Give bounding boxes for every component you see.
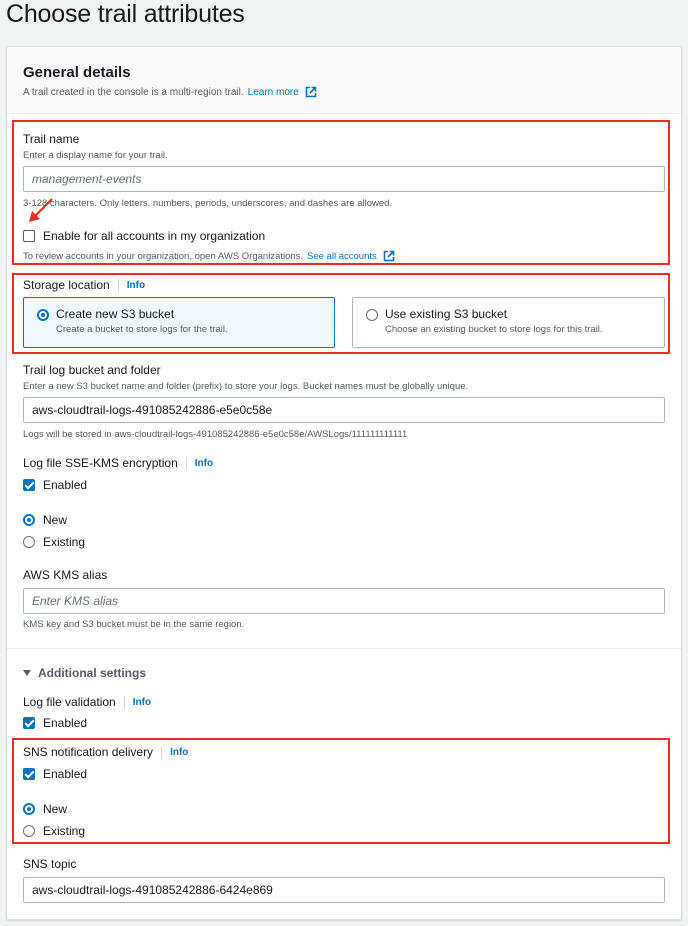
kms-alias-label: AWS KMS alias — [23, 568, 108, 582]
sns-topic-input[interactable]: aws-cloudtrail-logs-491085242886-6424e86… — [23, 877, 665, 903]
panel-header: General details A trail created in the c… — [7, 47, 681, 114]
use-existing-bucket-radio[interactable] — [366, 309, 378, 321]
caret-down-icon — [23, 670, 31, 676]
see-all-accounts-link[interactable]: See all accounts — [307, 251, 377, 262]
panel-description: A trail created in the console is a mult… — [23, 86, 317, 98]
sse-kms-label: Log file SSE-KMS encryption — [23, 456, 178, 470]
external-link-icon[interactable] — [383, 250, 395, 262]
panel-description-text: A trail created in the console is a mult… — [23, 86, 244, 98]
separator — [185, 456, 187, 470]
use-existing-bucket-description: Choose an existing bucket to store logs … — [385, 324, 603, 335]
kms-alias-input[interactable]: Enter KMS alias — [23, 588, 665, 614]
sns-enabled-checkbox[interactable] — [23, 768, 35, 780]
sse-kms-enabled-label[interactable]: Enabled — [43, 478, 87, 492]
log-validation-enabled-label[interactable]: Enabled — [43, 716, 87, 730]
create-new-bucket-title: Create new S3 bucket — [56, 307, 175, 321]
kms-alias-hint: KMS key and S3 bucket must be in the sam… — [23, 619, 245, 630]
separator — [117, 278, 119, 292]
bucket-input[interactable]: aws-cloudtrail-logs-491085242886-e5e0c58… — [23, 397, 665, 423]
organization-hint: To review accounts in your organization,… — [23, 250, 395, 262]
additional-settings-toggle[interactable]: Additional settings — [23, 666, 146, 680]
create-new-bucket-radio[interactable] — [37, 309, 49, 321]
log-validation-enabled-checkbox[interactable] — [23, 717, 35, 729]
external-link-icon[interactable] — [305, 86, 317, 98]
trail-name-label: Trail name — [23, 132, 80, 146]
separator — [161, 745, 163, 759]
storage-location-info-link[interactable]: Info — [127, 280, 145, 291]
general-details-panel: General details A trail created in the c… — [6, 46, 682, 920]
organization-checkbox[interactable] — [23, 230, 35, 242]
log-validation-info-link[interactable]: Info — [133, 697, 151, 708]
create-new-bucket-description: Create a bucket to store logs for the tr… — [56, 324, 228, 335]
bucket-label: Trail log bucket and folder — [23, 363, 161, 377]
sns-enabled-label[interactable]: Enabled — [43, 767, 87, 781]
divider — [7, 648, 681, 649]
sse-kms-existing-radio[interactable] — [23, 536, 35, 548]
bucket-description: Enter a new S3 bucket name and folder (p… — [23, 381, 469, 392]
sns-existing-radio[interactable] — [23, 825, 35, 837]
sse-kms-header: Log file SSE-KMS encryption Info — [23, 456, 213, 470]
page-title: Choose trail attributes — [6, 0, 245, 28]
separator — [123, 695, 125, 709]
sns-existing-label[interactable]: Existing — [43, 824, 85, 838]
learn-more-link[interactable]: Learn more — [248, 87, 299, 98]
trail-name-hint: 3-128 characters. Only letters, numbers,… — [23, 198, 393, 209]
additional-settings-label[interactable]: Additional settings — [38, 666, 146, 680]
sns-delivery-label: SNS notification delivery — [23, 745, 154, 759]
sns-delivery-header: SNS notification delivery Info — [23, 745, 188, 759]
sns-new-label[interactable]: New — [43, 802, 67, 816]
use-existing-bucket-title: Use existing S3 bucket — [385, 307, 508, 321]
create-new-bucket-tile[interactable]: Create new S3 bucket Create a bucket to … — [23, 297, 335, 348]
sse-kms-existing-label[interactable]: Existing — [43, 535, 85, 549]
organization-hint-text: To review accounts in your organization,… — [23, 250, 304, 262]
organization-checkbox-label[interactable]: Enable for all accounts in my organizati… — [43, 229, 265, 243]
sns-new-radio[interactable] — [23, 803, 35, 815]
storage-location-label: Storage location — [23, 278, 110, 292]
log-validation-label: Log file validation — [23, 695, 116, 709]
trail-name-description: Enter a display name for your trail. — [23, 150, 168, 161]
storage-location-header: Storage location Info — [23, 278, 145, 292]
sse-kms-enabled-checkbox[interactable] — [23, 479, 35, 491]
use-existing-bucket-tile[interactable]: Use existing S3 bucket Choose an existin… — [352, 297, 665, 348]
log-validation-header: Log file validation Info — [23, 695, 151, 709]
sse-kms-new-radio[interactable] — [23, 514, 35, 526]
panel-title: General details — [23, 64, 131, 81]
bucket-hint: Logs will be stored in aws-cloudtrail-lo… — [23, 429, 408, 440]
sse-kms-new-label[interactable]: New — [43, 513, 67, 527]
trail-name-input[interactable]: management-events — [23, 166, 665, 192]
sns-delivery-info-link[interactable]: Info — [170, 747, 188, 758]
sse-kms-info-link[interactable]: Info — [195, 458, 213, 469]
sns-topic-label: SNS topic — [23, 857, 77, 871]
